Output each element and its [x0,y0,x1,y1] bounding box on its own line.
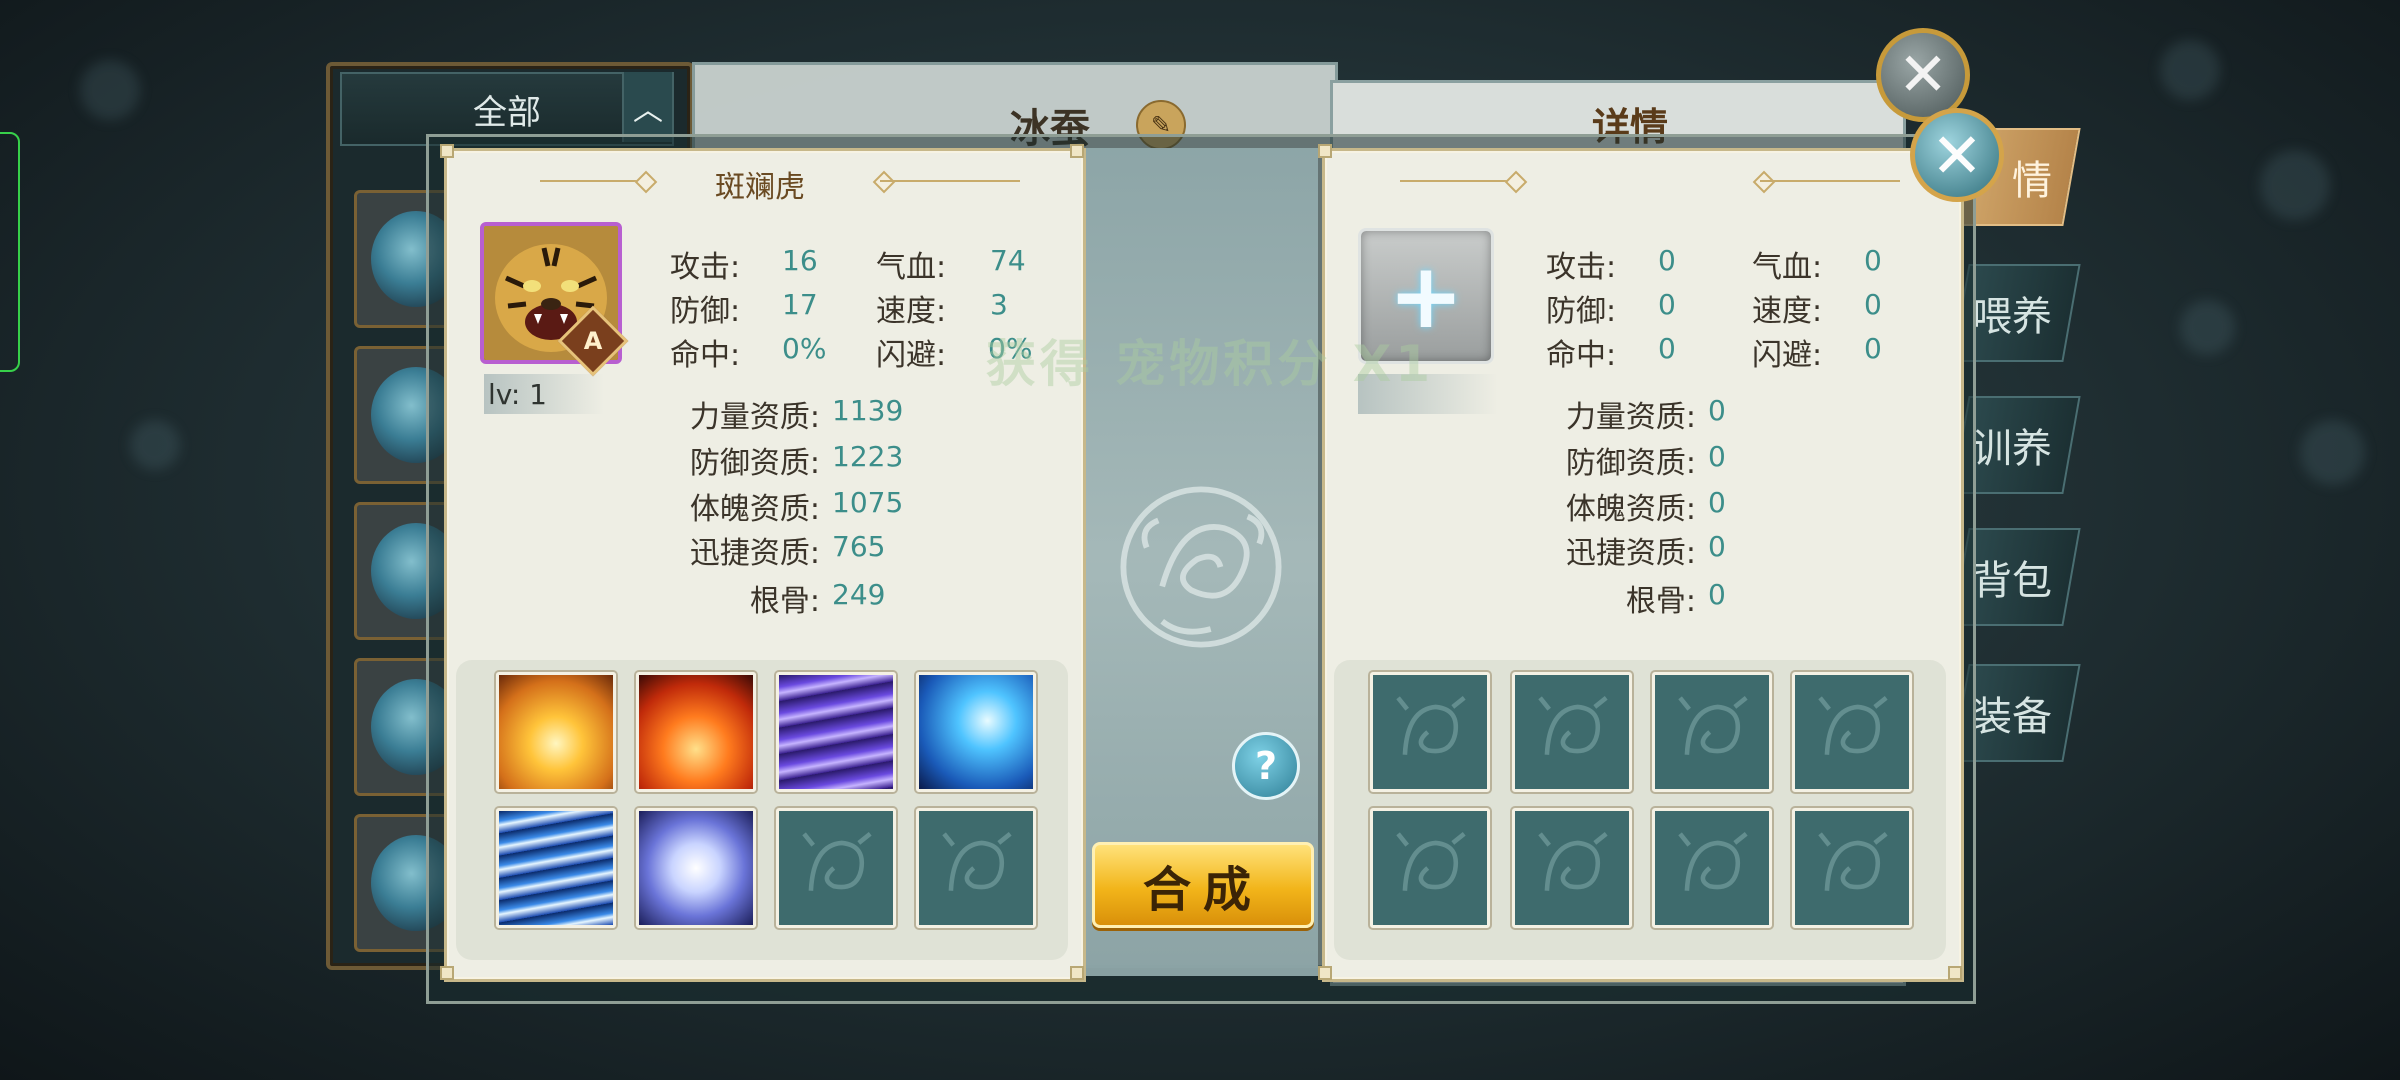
defense-label: 防御: [1546,294,1617,329]
question-icon: ? [1254,744,1278,788]
empty-skill-slot[interactable] [1652,672,1772,792]
frame-corner [1070,966,1084,980]
dragon-watermark-icon [1818,696,1888,755]
dragon-watermark-icon [942,832,1012,891]
pet-name: 斑斓虎 [715,170,805,205]
pet-level: lv: 1 [484,374,604,414]
empty-skill-slot[interactable] [776,808,896,928]
agility-aptitude-value: 0 [1708,530,1726,563]
strength-aptitude-value: 1139 [832,394,904,427]
agility-aptitude-label: 迅捷资质: [689,536,820,571]
dragon-emblem-icon [1120,486,1282,648]
dragon-watermark-icon [1678,832,1748,891]
defense-value: 17 [782,288,818,321]
dragon-watermark-icon [1396,696,1466,755]
title-ornament-line [880,180,1020,182]
attack-value: 16 [782,244,818,277]
frame-corner [1948,966,1962,980]
hit-label: 命中: [670,338,741,373]
empty-skill-slot[interactable] [1370,672,1490,792]
reward-toast: 获得 宠物积分 X1 [985,335,1435,393]
agility-aptitude-label: 迅捷资质: [1565,536,1696,571]
empty-skill-slot[interactable] [1792,672,1912,792]
frame-corner [440,966,454,980]
hit-value: 0 [1658,332,1676,365]
purple-vortex-icon[interactable] [776,672,896,792]
strength-aptitude-label: 力量资质: [689,400,820,435]
close-icon: ✕ [1931,118,1983,192]
title-ornament-line [1760,180,1900,182]
speed-value: 0 [1864,288,1882,321]
constitution-aptitude-value: 0 [1708,486,1726,519]
empty-skill-slot[interactable] [1652,808,1772,928]
root-bone-label: 根骨: [749,584,820,619]
background-bokeh [2180,300,2235,355]
attack-value: 0 [1658,244,1676,277]
strength-aptitude-label: 力量资质: [1565,400,1696,435]
constitution-aptitude-label: 体魄资质: [689,492,820,527]
hp-label: 气血: [876,250,947,285]
background-bokeh [2260,150,2330,220]
root-bone-value: 249 [832,578,886,611]
defense-aptitude-value: 0 [1708,440,1726,473]
hp-label: 气血: [1752,250,1823,285]
dodge-label: 闪避: [1752,338,1823,373]
hit-value: 0% [782,332,827,365]
left-side-button[interactable] [0,132,20,372]
background-bokeh [80,60,140,120]
chevron-up-icon[interactable]: ︿ [622,72,672,142]
dragon-watermark-icon [1678,696,1748,755]
agility-aptitude-value: 765 [832,530,886,563]
frame-corner [1318,144,1332,158]
compose-button[interactable]: 合成 [1092,842,1314,928]
frame-corner [440,144,454,158]
root-bone-label: 根骨: [1625,584,1696,619]
constitution-aptitude-label: 体魄资质: [1565,492,1696,527]
speed-label: 速度: [876,294,947,329]
close-synthesis-button[interactable]: ✕ [1910,108,2004,202]
dragon-watermark-icon [1538,696,1608,755]
speed-value: 3 [990,288,1008,321]
golden-burst-icon[interactable] [496,672,616,792]
frame-corner [1318,966,1332,980]
wind-streak-icon[interactable] [496,808,616,928]
pet-list-filter-label: 全部 [473,92,541,133]
defense-value: 0 [1658,288,1676,321]
empty-skill-slot[interactable] [916,808,1036,928]
silver-orb-icon[interactable] [636,808,756,928]
empty-skill-slot[interactable] [1512,672,1632,792]
defense-aptitude-label: 防御资质: [689,446,820,481]
background-bokeh [2300,420,2365,485]
empty-skill-slot[interactable] [1792,808,1912,928]
defense-aptitude-value: 1223 [832,440,904,473]
empty-skill-slot[interactable] [1512,808,1632,928]
dragon-watermark-icon [802,832,872,891]
dodge-value: 0 [1864,332,1882,365]
help-button[interactable]: ? [1232,732,1300,800]
attack-label: 攻击: [670,250,741,285]
hit-label: 命中: [1546,338,1617,373]
blue-shard-icon[interactable] [916,672,1036,792]
attack-label: 攻击: [1546,250,1617,285]
strength-aptitude-value: 0 [1708,394,1726,427]
close-icon: ✕ [1897,40,1949,110]
defense-aptitude-label: 防御资质: [1565,446,1696,481]
dragon-watermark-icon [1396,832,1466,891]
defense-label: 防御: [670,294,741,329]
hp-value: 74 [990,244,1026,277]
background-bokeh [130,420,180,470]
dragon-watermark-icon [1818,832,1888,891]
empty-skill-slot[interactable] [1370,808,1490,928]
constitution-aptitude-value: 1075 [832,486,904,519]
speed-label: 速度: [1752,294,1823,329]
title-ornament-line [1400,180,1510,182]
fire-burst-icon[interactable] [636,672,756,792]
dodge-label: 闪避: [876,338,947,373]
dragon-watermark-icon [1538,832,1608,891]
hp-value: 0 [1864,244,1882,277]
frame-corner [1070,144,1084,158]
background-bokeh [2160,40,2220,100]
root-bone-value: 0 [1708,578,1726,611]
